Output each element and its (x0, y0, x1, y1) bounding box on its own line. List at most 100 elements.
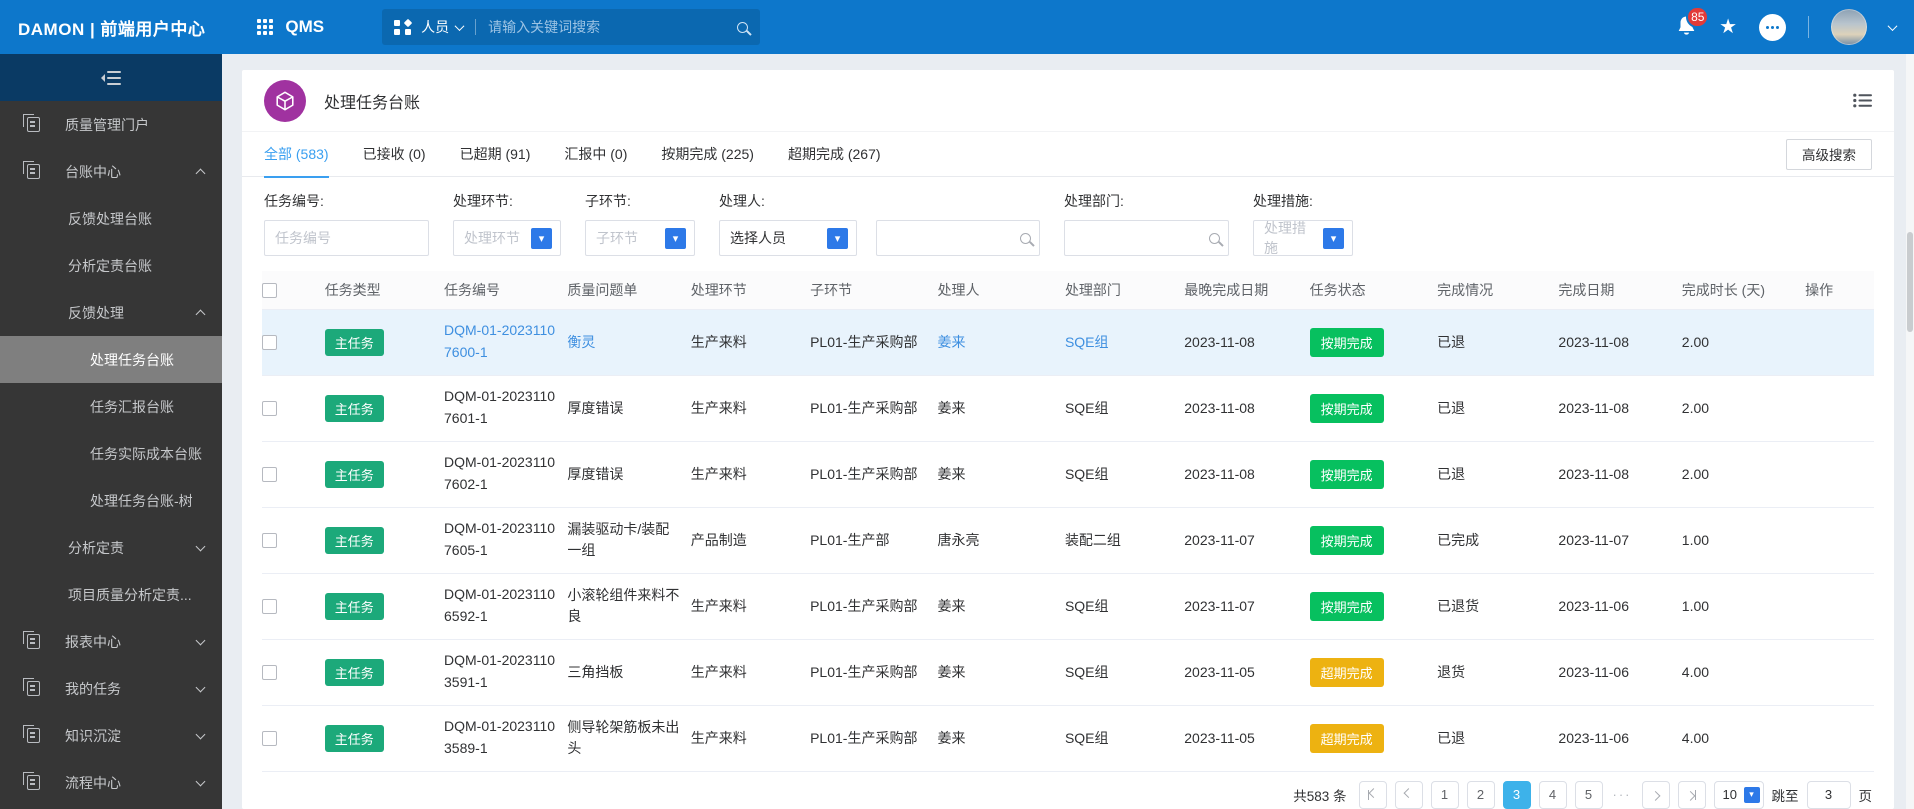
task-number-input[interactable] (275, 230, 420, 246)
department-link[interactable]: SQE组 (1065, 334, 1109, 350)
tab[interactable]: 超期完成 (267) (788, 132, 881, 177)
quality-issue-link[interactable]: 漏装驱动卡/装配一组 (567, 521, 669, 558)
dropdown-icon[interactable] (531, 227, 552, 249)
row-checkbox[interactable] (262, 665, 277, 681)
tab[interactable]: 全部 (583) (264, 132, 329, 178)
row-checkbox[interactable] (262, 599, 277, 615)
page-number-button[interactable]: 1 (1430, 780, 1459, 809)
measure-select[interactable]: 处理措施 (1253, 220, 1353, 256)
list-view-icon[interactable] (1853, 93, 1872, 108)
select-all-checkbox[interactable] (262, 283, 277, 299)
sidebar-item[interactable]: 处理任务台账 (0, 336, 222, 383)
sidebar-item[interactable]: 质量管理门户 (0, 101, 222, 148)
table-row[interactable]: 主任务 DQM-01-20231103591-1 三角挡板 生产来料 PL01-… (262, 639, 1874, 706)
search-icon[interactable] (1020, 232, 1031, 244)
table-row[interactable]: 主任务 DQM-01-20231103589-1 侧导轮架筋板未出头 生产来料 … (262, 705, 1874, 772)
tab[interactable]: 已超期 (91) (460, 132, 531, 177)
row-checkbox[interactable] (262, 533, 277, 549)
app-name[interactable]: QMS (285, 17, 324, 37)
row-checkbox[interactable] (262, 335, 277, 351)
quality-issue-link[interactable]: 厚度错误 (567, 400, 623, 416)
sidebar-item[interactable]: 报表中心 (0, 618, 222, 665)
quality-issue-link[interactable]: 厚度错误 (567, 466, 623, 482)
task-number-link[interactable]: DQM-01-20231107605-1 (444, 520, 555, 558)
quality-issue-link[interactable]: 衡灵 (567, 334, 595, 350)
table-row[interactable]: 主任务 DQM-01-20231107605-1 漏装驱动卡/装配一组 产品制造… (262, 507, 1874, 574)
department-search-input[interactable] (1075, 230, 1209, 246)
handler-link[interactable]: 唐永亮 (938, 532, 980, 548)
advanced-search-button[interactable]: 高级搜索 (1786, 138, 1872, 170)
scrollbar-thumb[interactable] (1907, 232, 1913, 332)
department-link[interactable]: SQE组 (1065, 598, 1109, 614)
apps-grid-icon[interactable] (257, 19, 274, 35)
dropdown-icon[interactable] (1743, 786, 1760, 803)
handler-link[interactable]: 姜来 (938, 400, 966, 416)
search-category-select[interactable]: 人员 (421, 17, 449, 37)
tab[interactable]: 已接收 (0) (363, 132, 426, 177)
page-number-button[interactable]: 2 (1466, 780, 1495, 809)
next-page-button[interactable] (1641, 780, 1670, 809)
dropdown-icon[interactable] (827, 227, 848, 249)
task-number-link[interactable]: DQM-01-20231107601-1 (444, 388, 555, 426)
page-size-select[interactable]: 10 (1713, 780, 1764, 809)
dropdown-icon[interactable] (1323, 227, 1344, 249)
task-number-link[interactable]: DQM-01-20231103591-1 (444, 652, 555, 690)
handler-link[interactable]: 姜来 (938, 334, 966, 350)
row-checkbox[interactable] (262, 731, 277, 747)
quality-issue-link[interactable]: 小滚轮组件来料不良 (567, 587, 679, 624)
sidebar-item[interactable]: 任务实际成本台账 (0, 430, 222, 477)
sidebar-item[interactable]: 流程中心 (0, 759, 222, 806)
tab[interactable]: 汇报中 (0) (564, 132, 627, 177)
person-picker-select[interactable]: 选择人员 (719, 220, 857, 256)
substage-select[interactable]: 子环节 (585, 220, 695, 256)
page-number-button[interactable]: 3 (1502, 780, 1531, 809)
table-row[interactable]: 主任务 DQM-01-20231107602-1 厚度错误 生产来料 PL01-… (262, 441, 1874, 508)
dropdown-icon[interactable] (665, 227, 686, 249)
sidebar-item[interactable]: 反馈处理台账 (0, 195, 222, 242)
handler-link[interactable]: 姜来 (938, 466, 966, 482)
more-pages-ellipsis[interactable]: ··· (1611, 787, 1634, 802)
department-link[interactable]: SQE组 (1065, 664, 1109, 680)
table-row[interactable]: 主任务 DQM-01-20231106592-1 小滚轮组件来料不良 生产来料 … (262, 573, 1874, 640)
vertical-scrollbar[interactable] (1906, 54, 1914, 809)
jump-to-page-input[interactable] (1806, 780, 1851, 809)
search-icon[interactable] (737, 21, 749, 33)
sidebar-item[interactable]: 分析定责台账 (0, 242, 222, 289)
global-search-input[interactable] (488, 19, 738, 35)
notifications-bell-icon[interactable]: 85 (1676, 5, 1710, 40)
handler-link[interactable]: 姜来 (938, 664, 966, 680)
table-row[interactable]: 主任务 DQM-01-20231107601-1 厚度错误 生产来料 PL01-… (262, 375, 1874, 442)
department-link[interactable]: SQE组 (1065, 400, 1109, 416)
page-number-button[interactable]: 5 (1574, 780, 1603, 809)
tab[interactable]: 按期完成 (225) (661, 132, 754, 177)
stage-select[interactable]: 处理环节 (453, 220, 561, 256)
page-number-button[interactable]: 4 (1538, 780, 1567, 809)
last-page-button[interactable] (1677, 780, 1706, 809)
sidebar-item[interactable]: 处理任务台账-树 (0, 477, 222, 524)
favorites-star-icon[interactable]: ★ (1719, 17, 1737, 37)
department-link[interactable]: SQE组 (1065, 730, 1109, 746)
previous-page-button[interactable] (1394, 780, 1423, 809)
sidebar-item[interactable]: 项目质量分析定责... (0, 571, 222, 618)
sidebar-item[interactable]: 我的任务 (0, 665, 222, 712)
task-number-link[interactable]: DQM-01-20231106592-1 (444, 586, 555, 624)
user-menu-chevron-icon[interactable] (1887, 20, 1898, 31)
table-row[interactable]: 主任务 DQM-01-20231107600-1 衡灵 生产来料 PL01-生产… (262, 309, 1874, 376)
quality-issue-link[interactable]: 三角挡板 (567, 664, 623, 680)
search-icon[interactable] (1209, 232, 1220, 244)
sidebar-item[interactable]: 知识沉淀 (0, 712, 222, 759)
row-checkbox[interactable] (262, 467, 277, 483)
handler-link[interactable]: 姜来 (938, 598, 966, 614)
task-number-link[interactable]: DQM-01-20231107600-1 (444, 322, 555, 360)
task-number-link[interactable]: DQM-01-20231103589-1 (444, 718, 555, 756)
first-page-button[interactable] (1358, 780, 1387, 809)
more-options-icon[interactable] (1759, 13, 1786, 41)
quality-issue-link[interactable]: 侧导轮架筋板未出头 (567, 719, 679, 756)
task-number-link[interactable]: DQM-01-20231107602-1 (444, 454, 555, 492)
sidebar-item[interactable]: 任务汇报台账 (0, 383, 222, 430)
sidebar-collapse-button[interactable] (0, 54, 222, 101)
handler-link[interactable]: 姜来 (938, 730, 966, 746)
sidebar-item[interactable]: 分析定责 (0, 524, 222, 571)
sidebar-item[interactable]: 反馈处理 (0, 289, 222, 336)
user-avatar[interactable] (1831, 9, 1867, 45)
